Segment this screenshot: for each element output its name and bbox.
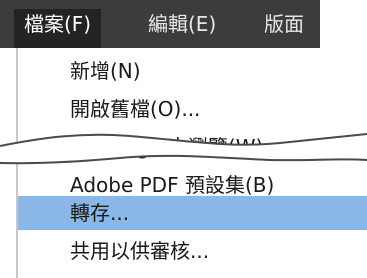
menu-item-export[interactable]: 轉存... xyxy=(18,196,367,230)
torn-gap-divider xyxy=(0,133,367,165)
menu-item-label: 開啟舊檔(O)... xyxy=(70,97,201,121)
menu-item-new[interactable]: 新增(N) xyxy=(18,54,367,88)
menu-item-open[interactable]: 開啟舊檔(O)... xyxy=(18,92,367,126)
menu-item-label: 轉存... xyxy=(70,201,130,225)
menu-item-label: 新增(N) xyxy=(70,59,141,83)
menu-layout[interactable]: 版面 xyxy=(264,9,304,39)
menu-file[interactable]: 檔案(F) xyxy=(14,9,102,48)
menu-bar: 檔案(F) 編輯(E) 版面 xyxy=(0,0,320,48)
menu-item-share-for-review[interactable]: 共用以供審核... xyxy=(18,234,367,268)
menu-edit[interactable]: 編輯(E) xyxy=(148,9,216,39)
menu-item-label: 共用以供審核... xyxy=(70,239,210,263)
